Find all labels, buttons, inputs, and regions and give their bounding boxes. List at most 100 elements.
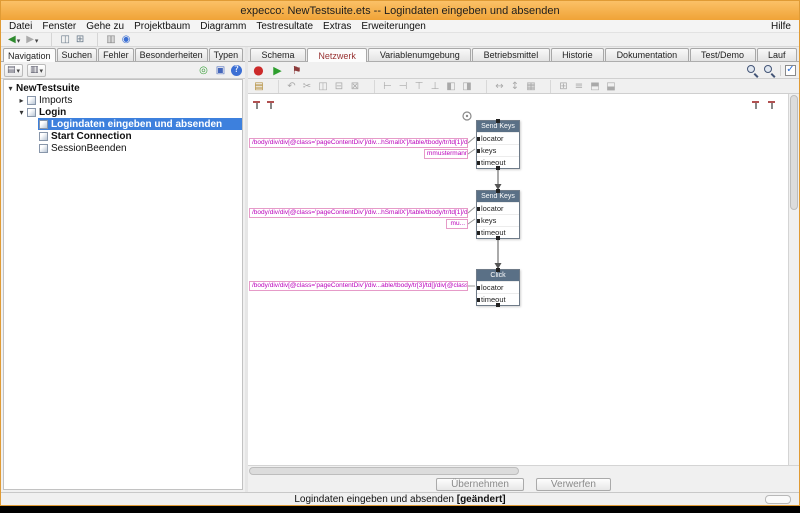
tab-fehler[interactable]: Fehler — [98, 48, 134, 61]
tile-views-icon[interactable]: ⊞ — [73, 33, 87, 46]
expander-icon[interactable] — [6, 84, 15, 93]
tree-item-sessionbeenden[interactable]: SessionBeenden — [4, 142, 242, 154]
tab-test-demo[interactable]: Test/Demo — [690, 48, 756, 61]
to-front-icon[interactable]: ⬒ — [588, 80, 602, 93]
block-icon — [27, 96, 36, 105]
expander-icon[interactable] — [17, 96, 26, 105]
bookmarks-icon[interactable]: ▥ — [97, 33, 118, 46]
menu-item-fenster[interactable]: Fenster — [37, 21, 81, 32]
input-pins-right-icon[interactable] — [751, 100, 760, 110]
tab-navigation[interactable]: Navigation — [3, 48, 56, 62]
center-vertical-icon[interactable]: ◨ — [460, 80, 474, 93]
delete-icon[interactable]: ⊠ — [348, 80, 362, 93]
undo-icon[interactable]: ↶ — [278, 80, 298, 93]
distribute-vertical-icon[interactable]: ↕ — [508, 80, 522, 93]
menu-item-testresultate[interactable]: Testresultate — [251, 21, 318, 32]
zoom-in-icon[interactable] — [763, 64, 776, 77]
menu-item-datei[interactable]: Datei — [4, 21, 37, 32]
value-label-1[interactable]: mmustermann — [424, 149, 468, 159]
detach-view-icon[interactable]: ◫ — [51, 33, 72, 46]
input-pins-left-icon[interactable] — [252, 100, 261, 110]
align-bottom-icon[interactable]: ⊥ — [428, 80, 442, 93]
tree-item-label: Logindaten eingeben und absenden — [51, 119, 222, 130]
statusbar: Logindaten eingeben und absenden [geände… — [1, 492, 799, 505]
expander-icon[interactable] — [17, 108, 26, 117]
menu-item-erweiterungen[interactable]: Erweiterungen — [356, 21, 430, 32]
nav-forward-icon[interactable]: ▶ — [23, 33, 41, 46]
tab-typen[interactable]: Typen — [209, 48, 244, 61]
node-pin-locator[interactable]: locator — [477, 202, 519, 214]
tree-item-imports[interactable]: Imports — [4, 94, 242, 106]
web-info-icon[interactable]: ◉ — [119, 33, 134, 46]
same-size-icon[interactable]: ▦ — [524, 80, 538, 93]
copy-icon[interactable]: ◫ — [316, 80, 330, 93]
align-right-icon[interactable]: ⊣ — [396, 80, 410, 93]
scrollbar-thumb[interactable] — [790, 95, 798, 210]
exec-out-pin — [496, 236, 500, 240]
tab-historie[interactable]: Historie — [551, 48, 604, 61]
tab-netzwerk[interactable]: Netzwerk — [307, 48, 367, 62]
run-with-breakpoints-button[interactable]: ⚑ — [289, 64, 304, 77]
tab-lauf[interactable]: Lauf — [757, 48, 797, 61]
tree-item-start-connection[interactable]: Start Connection — [4, 130, 242, 142]
statusbar-button[interactable] — [765, 495, 791, 504]
cut-icon[interactable]: ✂ — [300, 80, 314, 93]
tab-dokumentation[interactable]: Dokumentation — [605, 48, 688, 61]
node-send-keys-2[interactable]: Send Keys locator keys timeout — [476, 190, 520, 239]
value-label-2[interactable]: mu... — [446, 219, 468, 229]
network-canvas[interactable]: Send Keys locator keys timeout Send Keys… — [248, 94, 788, 465]
xpath-label-2[interactable]: /body/div/div[@class='pageContentDiv']/d… — [249, 208, 468, 218]
save-button[interactable]: ▣ — [214, 64, 227, 77]
menu-item-diagramm[interactable]: Diagramm — [195, 21, 251, 32]
apply-button[interactable]: Übernehmen — [436, 478, 524, 491]
tab-besonderheiten[interactable]: Besonderheiten — [135, 48, 208, 61]
menu-item-hilfe[interactable]: Hilfe — [766, 21, 796, 32]
output-pins-left-icon[interactable] — [266, 100, 275, 110]
nav-back-icon[interactable]: ◀ — [5, 33, 23, 46]
node-pin-locator[interactable]: locator — [477, 132, 519, 144]
distribute-horizontal-icon[interactable]: ↔ — [486, 80, 506, 93]
node-click[interactable]: Click locator timeout — [476, 269, 520, 306]
align-left-icon[interactable]: ⊢ — [374, 80, 394, 93]
vertical-scrollbar[interactable] — [788, 94, 799, 465]
tab-variablenumgebung[interactable]: Variablenumgebung — [368, 48, 471, 61]
scrollbar-thumb[interactable] — [249, 467, 519, 475]
run-button[interactable]: ▶ — [270, 64, 285, 77]
node-pin-keys[interactable]: keys — [477, 144, 519, 156]
help-button[interactable]: ? — [231, 65, 242, 76]
node-send-keys-1[interactable]: Send Keys locator keys timeout — [476, 120, 520, 169]
canvas-option-checkbox[interactable] — [785, 65, 796, 76]
tree-item-logindaten[interactable]: Logindaten eingeben und absenden — [4, 118, 242, 130]
titlebar[interactable]: expecco: NewTestsuite.ets -- Logindaten … — [1, 1, 799, 20]
xpath-label-3[interactable]: /body/div/div[@class='pageContentDiv']/d… — [249, 281, 468, 291]
node-pin-keys[interactable]: keys — [477, 214, 519, 226]
horizontal-scrollbar[interactable] — [248, 465, 788, 476]
reload-button[interactable]: ◎ — [197, 64, 210, 77]
ungroup-icon[interactable]: ≡ — [572, 80, 586, 93]
tab-betriebsmittel[interactable]: Betriebsmittel — [472, 48, 549, 61]
stop-button[interactable]: ● — [251, 64, 266, 77]
editor-panel: Schema Netzwerk Variablenumgebung Betrie… — [248, 47, 799, 492]
tab-schema[interactable]: Schema — [250, 48, 306, 61]
pin-icon — [477, 161, 480, 165]
to-back-icon[interactable]: ⬓ — [604, 80, 618, 93]
new-element-icon[interactable]: ▤ — [252, 80, 266, 93]
exec-in-pin — [496, 268, 500, 272]
center-horizontal-icon[interactable]: ◧ — [444, 80, 458, 93]
output-pins-right-icon[interactable] — [767, 100, 776, 110]
tree-filter-button[interactable]: ▥ — [27, 64, 46, 77]
node-pin-locator[interactable]: locator — [477, 281, 519, 293]
menu-item-projektbaum[interactable]: Projektbaum — [129, 21, 195, 32]
zoom-out-icon[interactable] — [746, 64, 759, 77]
discard-button[interactable]: Verwerfen — [536, 478, 611, 491]
tree-item-newtestsuite[interactable]: NewTestsuite — [4, 82, 242, 94]
tab-suchen[interactable]: Suchen — [57, 48, 98, 61]
tree-item-login[interactable]: Login — [4, 106, 242, 118]
paste-icon[interactable]: ⊟ — [332, 80, 346, 93]
align-top-icon[interactable]: ⊤ — [412, 80, 426, 93]
menu-item-gehe-zu[interactable]: Gehe zu — [81, 21, 129, 32]
menu-item-extras[interactable]: Extras — [318, 21, 356, 32]
tree-view-mode-button[interactable]: ▤ — [4, 64, 23, 77]
xpath-label-1[interactable]: /body/div/div[@class='pageContentDiv']/d… — [249, 138, 468, 148]
group-icon[interactable]: ⊞ — [550, 80, 570, 93]
